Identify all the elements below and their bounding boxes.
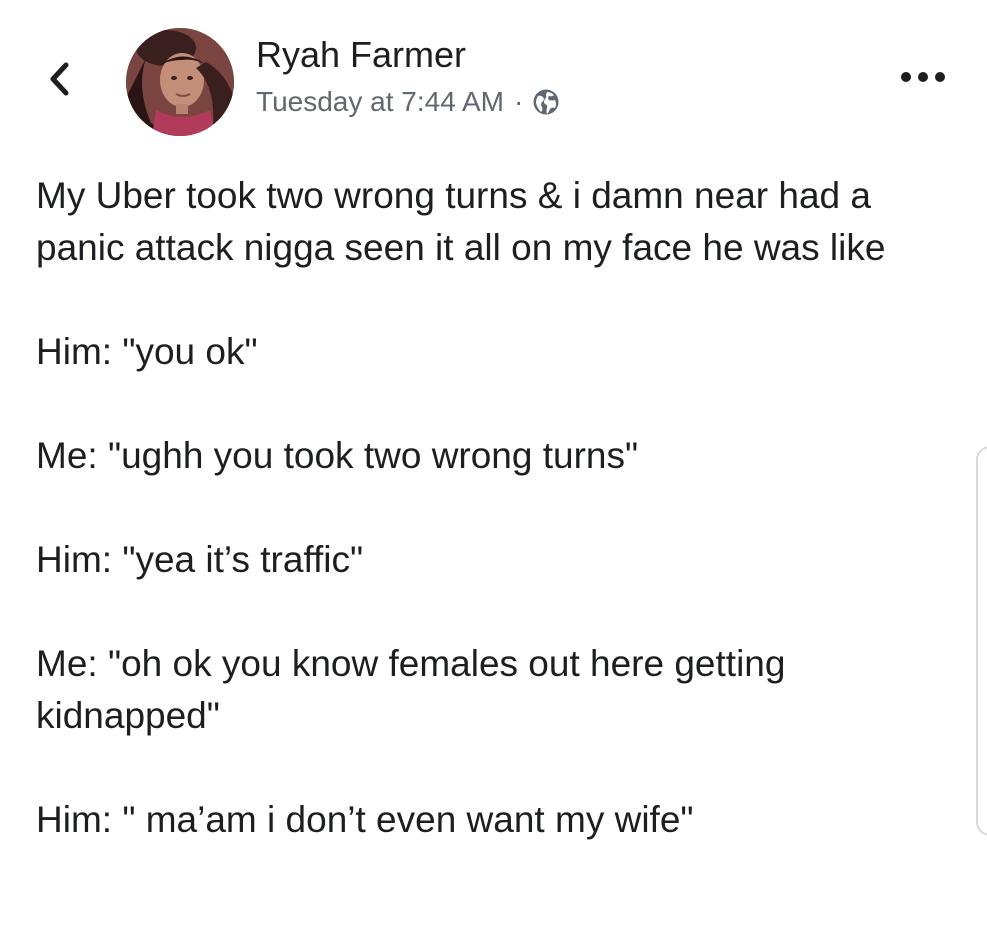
post-paragraph: Me: "oh ok you know females out here get… bbox=[36, 643, 786, 736]
post-timestamp[interactable]: Tuesday at 7:44 AM bbox=[256, 86, 504, 118]
author-name[interactable]: Ryah Farmer bbox=[256, 34, 466, 76]
post-header: Ryah Farmer Tuesday at 7:44 AM · bbox=[0, 0, 987, 150]
post-body: My Uber took two wrong turns & i damn ne… bbox=[36, 170, 936, 846]
post-paragraph: Him: " ma’am i don’t even want my wife" bbox=[36, 799, 694, 840]
chevron-left-icon bbox=[50, 62, 69, 96]
post-paragraph: Him: "yea it’s traffic" bbox=[36, 539, 364, 580]
post-paragraph: Me: "ughh you took two wrong turns" bbox=[36, 435, 639, 476]
globe-icon[interactable] bbox=[531, 87, 561, 117]
post-paragraph: Him: "you ok" bbox=[36, 331, 258, 372]
avatar-image bbox=[126, 28, 234, 136]
more-options-button[interactable] bbox=[898, 62, 948, 92]
meta-separator: · bbox=[514, 86, 524, 117]
more-horizontal-icon bbox=[901, 72, 945, 82]
avatar[interactable] bbox=[126, 28, 234, 136]
back-button[interactable] bbox=[38, 56, 80, 102]
scroll-edge-handle[interactable] bbox=[976, 446, 987, 836]
post-meta: Tuesday at 7:44 AM · bbox=[256, 86, 561, 118]
post-paragraph: My Uber took two wrong turns & i damn ne… bbox=[36, 175, 886, 268]
